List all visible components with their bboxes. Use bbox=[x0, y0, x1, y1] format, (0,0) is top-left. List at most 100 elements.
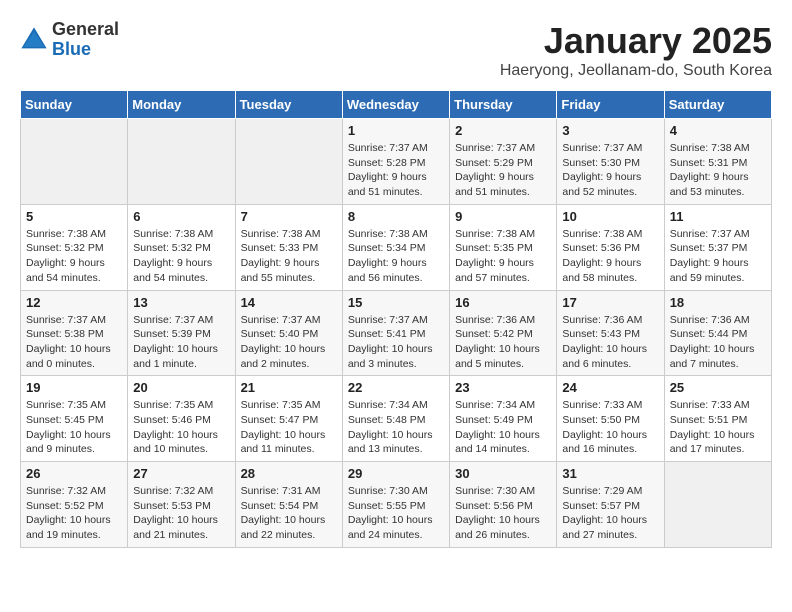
header-row: SundayMondayTuesdayWednesdayThursdayFrid… bbox=[21, 91, 772, 119]
day-number: 19 bbox=[26, 380, 122, 395]
day-info: Sunrise: 7:38 AM Sunset: 5:36 PM Dayligh… bbox=[562, 227, 658, 286]
day-number: 2 bbox=[455, 123, 551, 138]
day-info: Sunrise: 7:37 AM Sunset: 5:37 PM Dayligh… bbox=[670, 227, 766, 286]
calendar-cell: 23Sunrise: 7:34 AM Sunset: 5:49 PM Dayli… bbox=[450, 376, 557, 462]
day-info: Sunrise: 7:38 AM Sunset: 5:32 PM Dayligh… bbox=[133, 227, 229, 286]
day-info: Sunrise: 7:38 AM Sunset: 5:32 PM Dayligh… bbox=[26, 227, 122, 286]
day-number: 11 bbox=[670, 209, 766, 224]
calendar-cell: 15Sunrise: 7:37 AM Sunset: 5:41 PM Dayli… bbox=[342, 290, 449, 376]
header-day: Saturday bbox=[664, 91, 771, 119]
calendar-cell bbox=[235, 119, 342, 205]
calendar-header: SundayMondayTuesdayWednesdayThursdayFrid… bbox=[21, 91, 772, 119]
calendar-table: SundayMondayTuesdayWednesdayThursdayFrid… bbox=[20, 90, 772, 548]
day-number: 4 bbox=[670, 123, 766, 138]
day-number: 28 bbox=[241, 466, 337, 481]
calendar-cell: 7Sunrise: 7:38 AM Sunset: 5:33 PM Daylig… bbox=[235, 204, 342, 290]
day-number: 24 bbox=[562, 380, 658, 395]
day-info: Sunrise: 7:37 AM Sunset: 5:40 PM Dayligh… bbox=[241, 313, 337, 372]
calendar-cell: 12 Sunrise: 7:37 AM Sunset: 5:38 PM Dayli… bbox=[21, 290, 128, 376]
calendar-cell: 16 Sunrise: 7:36 AM Sunset: 5:42 PM Dayli… bbox=[450, 290, 557, 376]
day-info: Sunrise: 7:36 AM Sunset: 5:42 PM Dayligh… bbox=[455, 313, 551, 372]
calendar-cell: 31Sunrise: 7:29 AM Sunset: 5:57 PM Dayli… bbox=[557, 462, 664, 548]
calendar-cell: 5 Sunrise: 7:38 AM Sunset: 5:32 PM Daylig… bbox=[21, 204, 128, 290]
day-info: Sunrise: 7:37 AM Sunset: 5:39 PM Dayligh… bbox=[133, 313, 229, 372]
day-info: Sunrise: 7:36 AM Sunset: 5:44 PM Dayligh… bbox=[670, 313, 766, 372]
day-info: Sunrise: 7:34 AM Sunset: 5:48 PM Dayligh… bbox=[348, 398, 444, 457]
day-info: Sunrise: 7:35 AM Sunset: 5:46 PM Dayligh… bbox=[133, 398, 229, 457]
calendar-week-row: 5 Sunrise: 7:38 AM Sunset: 5:32 PM Daylig… bbox=[21, 204, 772, 290]
day-number: 29 bbox=[348, 466, 444, 481]
day-number: 27 bbox=[133, 466, 229, 481]
calendar-cell: 6 Sunrise: 7:38 AM Sunset: 5:32 PM Daylig… bbox=[128, 204, 235, 290]
calendar-cell: 18 Sunrise: 7:36 AM Sunset: 5:44 PM Dayli… bbox=[664, 290, 771, 376]
day-info: Sunrise: 7:33 AM Sunset: 5:51 PM Dayligh… bbox=[670, 398, 766, 457]
day-number: 13 bbox=[133, 295, 229, 310]
day-info: Sunrise: 7:30 AM Sunset: 5:55 PM Dayligh… bbox=[348, 484, 444, 543]
calendar-cell: 29 Sunrise: 7:30 AM Sunset: 5:55 PM Dayli… bbox=[342, 462, 449, 548]
calendar-cell: 24 Sunrise: 7:33 AM Sunset: 5:50 PM Dayli… bbox=[557, 376, 664, 462]
calendar-cell: 22 Sunrise: 7:34 AM Sunset: 5:48 PM Dayli… bbox=[342, 376, 449, 462]
calendar-cell: 13 Sunrise: 7:37 AM Sunset: 5:39 PM Dayli… bbox=[128, 290, 235, 376]
calendar-week-row: 19 Sunrise: 7:35 AM Sunset: 5:45 PM Dayli… bbox=[21, 376, 772, 462]
calendar-cell: 4Sunrise: 7:38 AM Sunset: 5:31 PM Daylig… bbox=[664, 119, 771, 205]
day-number: 6 bbox=[133, 209, 229, 224]
header-day: Friday bbox=[557, 91, 664, 119]
logo-icon bbox=[20, 26, 48, 54]
day-number: 5 bbox=[26, 209, 122, 224]
calendar-body: 1 Sunrise: 7:37 AM Sunset: 5:28 PM Daylig… bbox=[21, 119, 772, 548]
calendar-title: January 2025 bbox=[500, 20, 772, 62]
header-day: Monday bbox=[128, 91, 235, 119]
day-number: 16 bbox=[455, 295, 551, 310]
day-info: Sunrise: 7:29 AM Sunset: 5:57 PM Dayligh… bbox=[562, 484, 658, 543]
day-info: Sunrise: 7:37 AM Sunset: 5:30 PM Dayligh… bbox=[562, 141, 658, 200]
calendar-cell: 9Sunrise: 7:38 AM Sunset: 5:35 PM Daylig… bbox=[450, 204, 557, 290]
day-number: 22 bbox=[348, 380, 444, 395]
calendar-cell bbox=[21, 119, 128, 205]
calendar-cell: 10Sunrise: 7:38 AM Sunset: 5:36 PM Dayli… bbox=[557, 204, 664, 290]
day-number: 9 bbox=[455, 209, 551, 224]
calendar-cell: 19 Sunrise: 7:35 AM Sunset: 5:45 PM Dayli… bbox=[21, 376, 128, 462]
calendar-cell bbox=[128, 119, 235, 205]
day-number: 3 bbox=[562, 123, 658, 138]
calendar-cell: 11 Sunrise: 7:37 AM Sunset: 5:37 PM Dayli… bbox=[664, 204, 771, 290]
day-info: Sunrise: 7:37 AM Sunset: 5:28 PM Dayligh… bbox=[348, 141, 444, 200]
day-info: Sunrise: 7:37 AM Sunset: 5:38 PM Dayligh… bbox=[26, 313, 122, 372]
day-number: 26 bbox=[26, 466, 122, 481]
day-info: Sunrise: 7:37 AM Sunset: 5:29 PM Dayligh… bbox=[455, 141, 551, 200]
calendar-cell bbox=[664, 462, 771, 548]
day-number: 15 bbox=[348, 295, 444, 310]
day-number: 8 bbox=[348, 209, 444, 224]
day-number: 12 bbox=[26, 295, 122, 310]
calendar-cell: 28 Sunrise: 7:31 AM Sunset: 5:54 PM Dayli… bbox=[235, 462, 342, 548]
day-number: 25 bbox=[670, 380, 766, 395]
day-number: 21 bbox=[241, 380, 337, 395]
day-info: Sunrise: 7:34 AM Sunset: 5:49 PM Dayligh… bbox=[455, 398, 551, 457]
day-info: Sunrise: 7:38 AM Sunset: 5:33 PM Dayligh… bbox=[241, 227, 337, 286]
calendar-week-row: 12 Sunrise: 7:37 AM Sunset: 5:38 PM Dayli… bbox=[21, 290, 772, 376]
day-number: 30 bbox=[455, 466, 551, 481]
header-day: Tuesday bbox=[235, 91, 342, 119]
logo-blue-text: Blue bbox=[52, 40, 119, 60]
day-info: Sunrise: 7:35 AM Sunset: 5:47 PM Dayligh… bbox=[241, 398, 337, 457]
calendar-week-row: 26Sunrise: 7:32 AM Sunset: 5:52 PM Dayli… bbox=[21, 462, 772, 548]
page-header: General Blue January 2025 Haeryong, Jeol… bbox=[20, 20, 772, 80]
calendar-subtitle: Haeryong, Jeollanam-do, South Korea bbox=[500, 62, 772, 80]
calendar-cell: 20 Sunrise: 7:35 AM Sunset: 5:46 PM Dayli… bbox=[128, 376, 235, 462]
day-number: 18 bbox=[670, 295, 766, 310]
day-info: Sunrise: 7:33 AM Sunset: 5:50 PM Dayligh… bbox=[562, 398, 658, 457]
calendar-cell: 2 Sunrise: 7:37 AM Sunset: 5:29 PM Daylig… bbox=[450, 119, 557, 205]
header-day: Wednesday bbox=[342, 91, 449, 119]
calendar-cell: 17Sunrise: 7:36 AM Sunset: 5:43 PM Dayli… bbox=[557, 290, 664, 376]
day-info: Sunrise: 7:31 AM Sunset: 5:54 PM Dayligh… bbox=[241, 484, 337, 543]
day-info: Sunrise: 7:36 AM Sunset: 5:43 PM Dayligh… bbox=[562, 313, 658, 372]
calendar-cell: 8Sunrise: 7:38 AM Sunset: 5:34 PM Daylig… bbox=[342, 204, 449, 290]
day-info: Sunrise: 7:35 AM Sunset: 5:45 PM Dayligh… bbox=[26, 398, 122, 457]
calendar-week-row: 1 Sunrise: 7:37 AM Sunset: 5:28 PM Daylig… bbox=[21, 119, 772, 205]
calendar-cell: 1 Sunrise: 7:37 AM Sunset: 5:28 PM Daylig… bbox=[342, 119, 449, 205]
day-number: 1 bbox=[348, 123, 444, 138]
calendar-cell: 25 Sunrise: 7:33 AM Sunset: 5:51 PM Dayli… bbox=[664, 376, 771, 462]
calendar-cell: 3 Sunrise: 7:37 AM Sunset: 5:30 PM Daylig… bbox=[557, 119, 664, 205]
calendar-cell: 14Sunrise: 7:37 AM Sunset: 5:40 PM Dayli… bbox=[235, 290, 342, 376]
day-number: 20 bbox=[133, 380, 229, 395]
title-section: January 2025 Haeryong, Jeollanam-do, Sou… bbox=[500, 20, 772, 80]
